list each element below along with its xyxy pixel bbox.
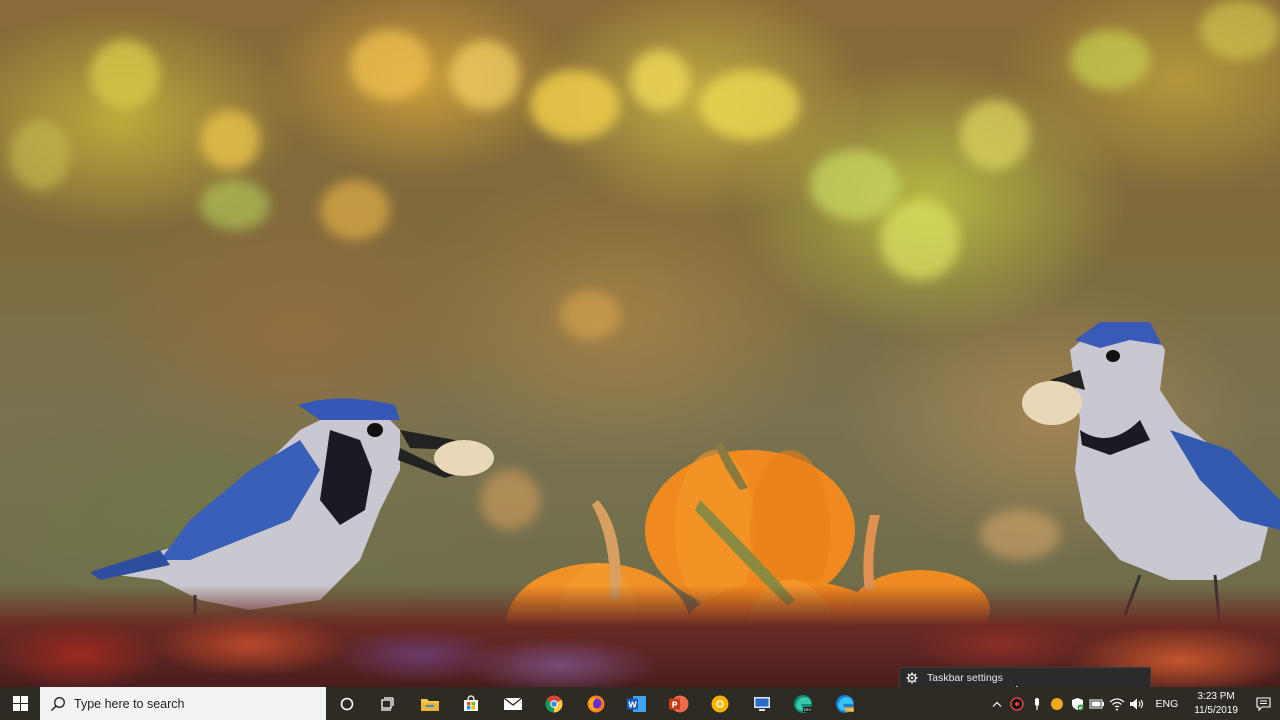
input-language-indicator[interactable]: ENG — [1147, 698, 1186, 710]
volume-button[interactable] — [1127, 687, 1147, 720]
svg-text:CAN: CAN — [845, 708, 853, 712]
windows-security-button[interactable] — [1067, 687, 1087, 720]
search-input[interactable] — [74, 696, 304, 711]
tray-app-orange[interactable] — [1047, 687, 1067, 720]
task-view-icon — [381, 696, 394, 711]
windows-logo-icon — [12, 696, 28, 711]
chrome-canary-icon — [711, 695, 729, 712]
notification-icon — [1255, 696, 1271, 711]
orange-circle-app-icon — [1051, 697, 1064, 710]
edge-dev-icon: DEV — [794, 694, 813, 713]
desktop-wallpaper — [0, 0, 1280, 687]
action-center-button[interactable] — [1246, 687, 1280, 720]
search-icon — [50, 696, 65, 711]
microsoft-store-button[interactable] — [451, 687, 493, 720]
mail-button[interactable] — [492, 687, 534, 720]
edge-canary-button[interactable]: CAN — [824, 687, 866, 720]
powerpoint-button[interactable]: P — [658, 687, 700, 720]
taskbar: W P DEV — [0, 687, 1280, 720]
taskbar-search-box[interactable] — [40, 687, 326, 720]
edge-dev-button[interactable]: DEV — [783, 687, 825, 720]
red-shield-app-icon — [1010, 696, 1025, 711]
chrome-canary-button[interactable] — [700, 687, 742, 720]
windows-security-shield-icon — [1071, 697, 1084, 710]
chevron-up-icon — [993, 701, 1002, 707]
show-hidden-icons-button[interactable] — [987, 687, 1007, 720]
microphone-icon — [1035, 697, 1040, 710]
blue-jay-right — [1022, 322, 1280, 631]
remote-desktop-icon — [753, 696, 770, 711]
gear-icon — [906, 672, 918, 684]
powerpoint-icon: P — [668, 695, 689, 712]
svg-text:W: W — [628, 700, 637, 709]
remote-desktop-button[interactable] — [741, 687, 783, 720]
firefox-button[interactable] — [575, 687, 617, 720]
cortana-button[interactable] — [326, 687, 368, 720]
scene-illustration — [90, 322, 1280, 687]
speaker-icon — [1130, 698, 1144, 709]
microphone-tray-button[interactable] — [1027, 687, 1047, 720]
firefox-icon — [587, 695, 605, 712]
taskbar-settings-tooltip[interactable]: Taskbar settings — [899, 667, 1151, 689]
file-explorer-button[interactable] — [409, 687, 451, 720]
cortana-icon — [340, 697, 354, 710]
word-icon: W — [627, 695, 647, 712]
clock-date: 11/5/2019 — [1194, 704, 1238, 716]
task-view-button[interactable] — [368, 687, 410, 720]
edge-canary-icon: CAN — [835, 694, 854, 713]
microsoft-store-icon — [464, 694, 479, 711]
tooltip-label: Taskbar settings — [927, 672, 1003, 684]
network-button[interactable] — [1107, 687, 1127, 720]
chrome-button[interactable] — [534, 687, 576, 720]
battery-icon — [1089, 699, 1105, 708]
svg-text:P: P — [671, 700, 677, 709]
wifi-icon — [1110, 697, 1125, 710]
chrome-icon — [545, 695, 563, 712]
mail-icon — [503, 696, 523, 710]
blue-jay-left — [90, 398, 494, 615]
tray-app-red[interactable] — [1007, 687, 1027, 720]
word-button[interactable]: W — [617, 687, 659, 720]
clock-date-button[interactable]: 3:23 PM 11/5/2019 — [1186, 690, 1246, 718]
system-tray: ENG 3:23 PM 11/5/2019 — [987, 687, 1280, 720]
start-button[interactable] — [0, 687, 40, 720]
file-explorer-icon — [420, 698, 439, 711]
clock-time: 3:23 PM — [1197, 690, 1235, 702]
svg-text:DEV: DEV — [804, 708, 812, 712]
battery-button[interactable] — [1087, 687, 1107, 720]
